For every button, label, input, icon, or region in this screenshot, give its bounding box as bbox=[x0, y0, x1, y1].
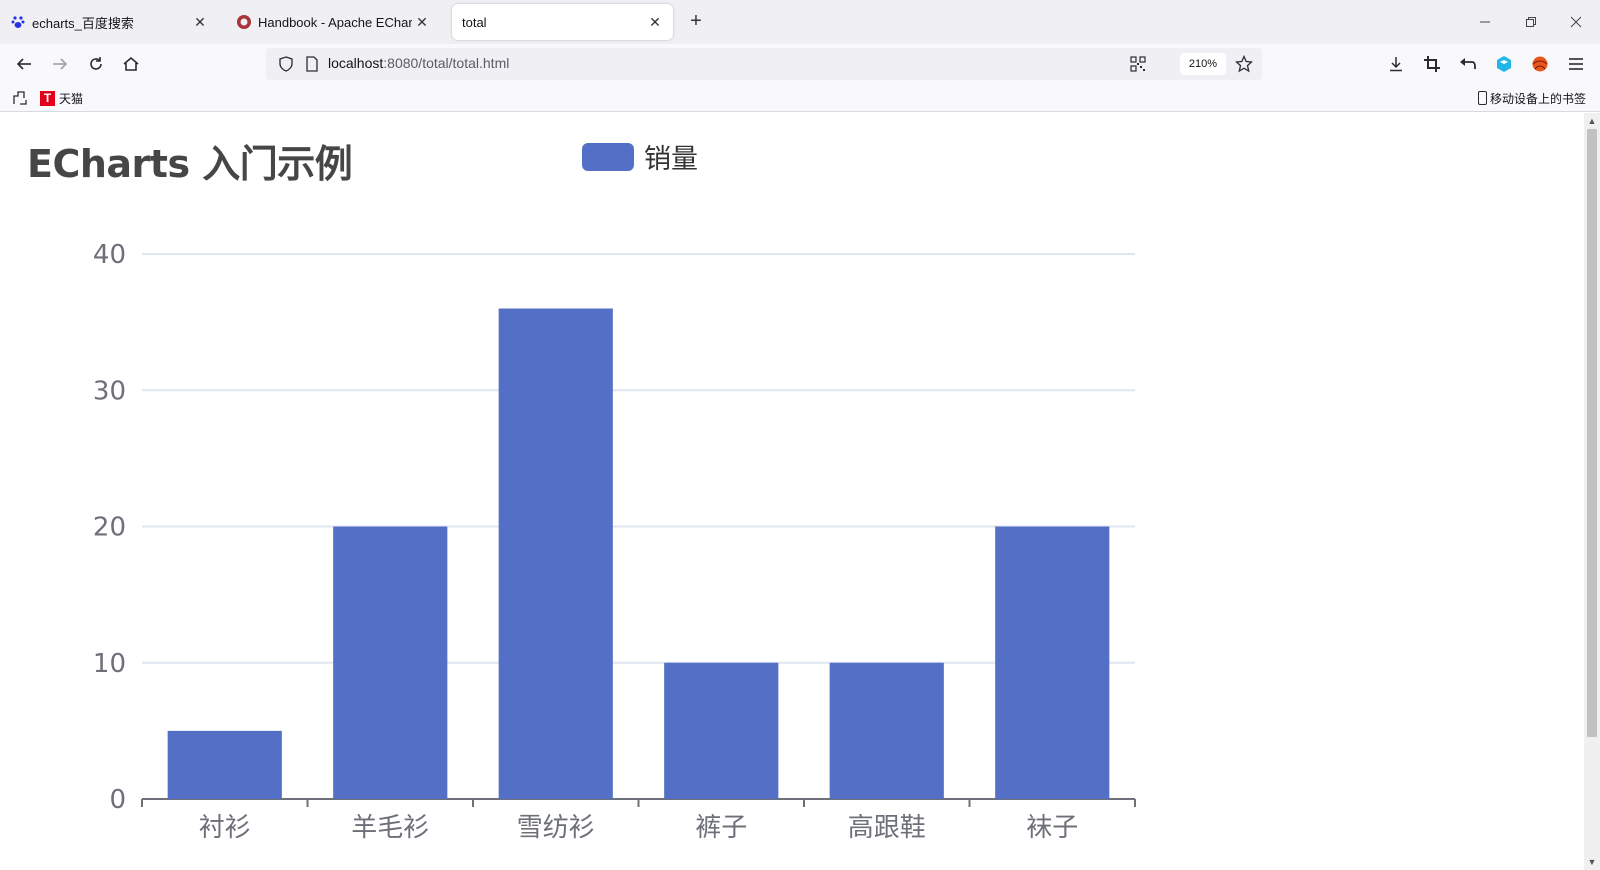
echarts-logo-icon bbox=[236, 14, 252, 30]
tab-strip: echarts_百度搜索 ✕ Handbook - Apache ECharts… bbox=[0, 0, 1600, 44]
extension-ball-icon[interactable] bbox=[1528, 52, 1552, 76]
close-icon[interactable]: ✕ bbox=[645, 12, 665, 32]
page-info-icon[interactable] bbox=[302, 54, 322, 74]
y-tick-label: 40 bbox=[93, 240, 126, 270]
navigation-toolbar: localhost:8080/total/total.html 210% bbox=[0, 44, 1600, 84]
bar-1[interactable] bbox=[333, 526, 448, 800]
downloads-icon[interactable] bbox=[1384, 52, 1408, 76]
zoom-level-button[interactable]: 210% bbox=[1180, 53, 1226, 75]
x-tick-label: 羊毛衫 bbox=[351, 813, 429, 843]
mobile-bookmarks-folder[interactable]: 移动设备上的书签 bbox=[1478, 88, 1586, 108]
tab-echarts-baidu[interactable]: echarts_百度搜索 ✕ bbox=[0, 4, 218, 40]
url-text[interactable]: localhost:8080/total/total.html bbox=[328, 55, 509, 71]
bookmarks-toolbar: T 天猫 移动设备上的书签 bbox=[0, 84, 1600, 112]
mobile-device-icon bbox=[1478, 91, 1487, 105]
import-bookmarks-icon[interactable] bbox=[12, 88, 28, 108]
bar-5[interactable] bbox=[995, 526, 1110, 800]
bookmark-tmall[interactable]: T 天猫 bbox=[40, 88, 83, 108]
y-tick-label: 0 bbox=[109, 785, 126, 815]
y-tick-label: 10 bbox=[93, 649, 126, 679]
home-icon[interactable] bbox=[119, 52, 143, 76]
chart-legend[interactable]: 销量 bbox=[582, 137, 698, 176]
x-tick-label: 雪纺衫 bbox=[517, 813, 595, 843]
x-tick-label: 衬衫 bbox=[199, 813, 251, 843]
tab-title: Handbook - Apache ECharts bbox=[258, 14, 412, 30]
bookmark-star-icon[interactable] bbox=[1234, 54, 1254, 74]
scrollbar-thumb[interactable] bbox=[1587, 129, 1597, 737]
x-tick-label: 裤子 bbox=[695, 813, 747, 843]
y-tick-label: 20 bbox=[93, 513, 126, 543]
shield-icon[interactable] bbox=[276, 54, 296, 74]
restore-icon[interactable] bbox=[1521, 12, 1541, 32]
scroll-down-arrow-icon[interactable]: ▼ bbox=[1584, 854, 1600, 870]
bookmark-label: 天猫 bbox=[59, 91, 84, 106]
extension-cube-icon[interactable] bbox=[1492, 52, 1516, 76]
hamburger-menu-icon[interactable] bbox=[1564, 52, 1588, 76]
url-path: :8080/total/total.html bbox=[383, 55, 510, 71]
x-tick-label: 高跟鞋 bbox=[848, 813, 926, 843]
tab-total[interactable]: total ✕ bbox=[452, 4, 673, 40]
tab-echarts-handbook[interactable]: Handbook - Apache ECharts ✕ bbox=[226, 4, 440, 40]
baidu-paw-icon bbox=[10, 14, 26, 30]
legend-label: 销量 bbox=[644, 144, 698, 175]
vertical-scrollbar[interactable]: ▲ ▼ bbox=[1584, 113, 1600, 870]
qr-code-icon[interactable] bbox=[1128, 54, 1148, 74]
forward-arrow-icon[interactable] bbox=[48, 52, 72, 76]
x-tick-label: 袜子 bbox=[1026, 813, 1078, 843]
back-arrow-icon[interactable] bbox=[12, 52, 36, 76]
y-tick-label: 30 bbox=[93, 376, 126, 406]
close-icon[interactable]: ✕ bbox=[190, 12, 210, 32]
bar-chart: 0 10 20 30 40 衬衫 羊毛衫 雪纺衫 裤子 高跟鞋 袜子 bbox=[93, 240, 1136, 843]
tmall-icon: T bbox=[40, 90, 55, 106]
legend-swatch bbox=[582, 142, 634, 171]
url-host: localhost bbox=[328, 55, 384, 71]
screenshot-crop-icon[interactable] bbox=[1420, 52, 1444, 76]
mobile-bookmarks-label: 移动设备上的书签 bbox=[1490, 91, 1587, 106]
bar-3[interactable] bbox=[664, 662, 779, 799]
bar-2[interactable] bbox=[498, 308, 613, 800]
reload-icon[interactable] bbox=[84, 52, 108, 76]
window-close-icon[interactable] bbox=[1566, 12, 1586, 32]
close-icon[interactable]: ✕ bbox=[412, 12, 432, 32]
page-content: 0 10 20 30 40 衬衫 羊毛衫 雪纺衫 裤子 高跟鞋 袜子 ECharts 入门示例 销量 bbox=[0, 113, 1584, 870]
undo-arrow-icon[interactable] bbox=[1456, 52, 1480, 76]
bar-4[interactable] bbox=[829, 662, 944, 799]
chart-title: ECharts 入门示例 bbox=[27, 142, 353, 186]
new-tab-button[interactable]: + bbox=[686, 11, 706, 32]
tab-title: echarts_百度搜索 bbox=[32, 15, 134, 31]
minimize-icon[interactable] bbox=[1475, 12, 1495, 32]
tab-title: total bbox=[462, 14, 487, 30]
scroll-up-arrow-icon[interactable]: ▲ bbox=[1584, 113, 1600, 129]
address-bar[interactable]: localhost:8080/total/total.html 210% bbox=[266, 48, 1262, 80]
bar-0[interactable] bbox=[167, 730, 282, 799]
